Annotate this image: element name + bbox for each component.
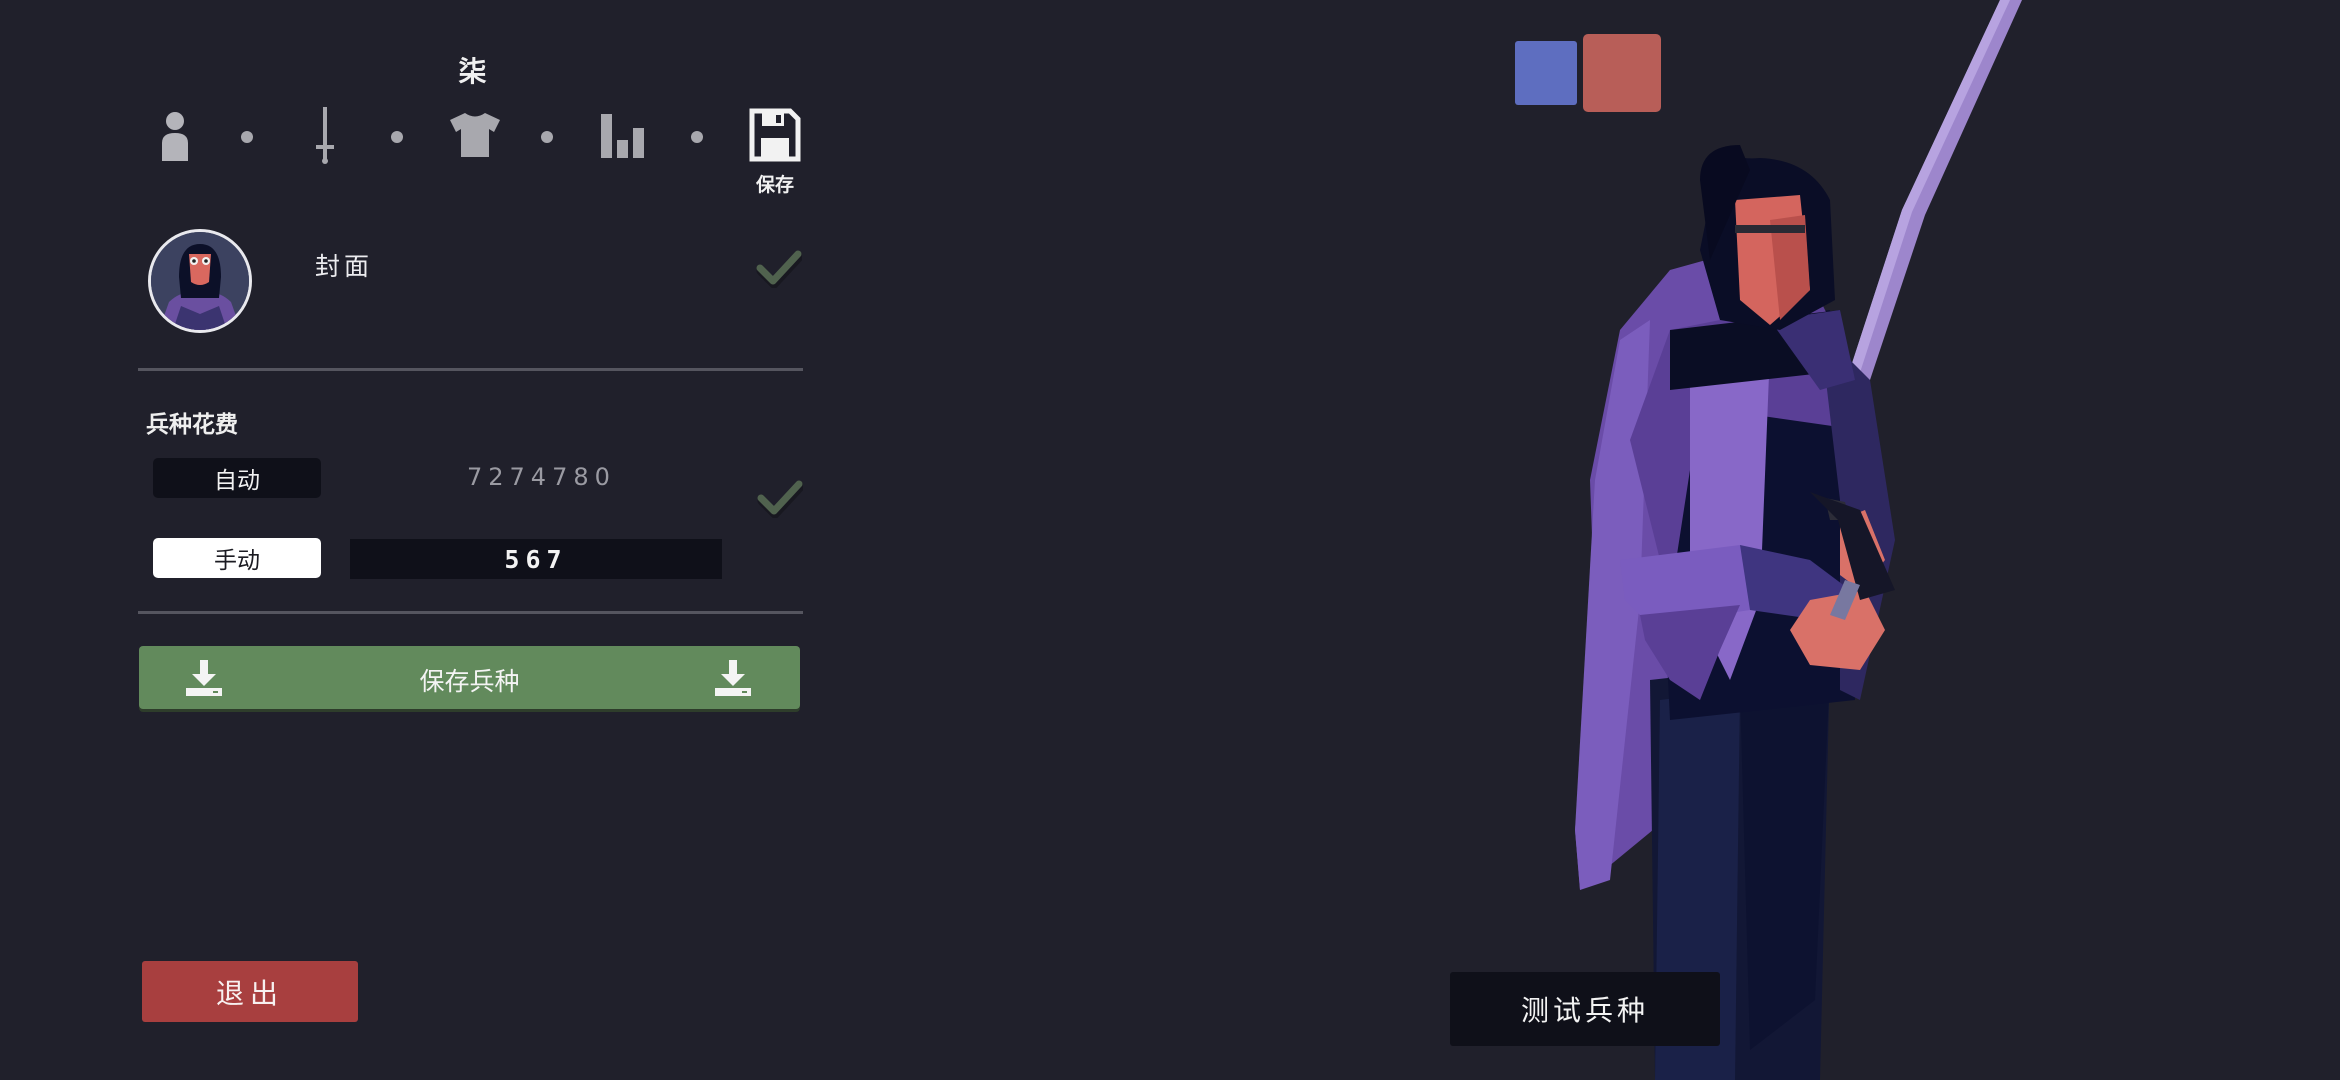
exit-button[interactable]: 退出 [142, 961, 358, 1022]
tab-stats[interactable] [595, 105, 655, 165]
unit-portrait-image [151, 232, 249, 330]
test-unit-button[interactable]: 测试兵种 [1450, 972, 1720, 1046]
tab-save-label: 保存 [755, 174, 794, 196]
download-icon [715, 660, 751, 696]
tab-separator-dot [541, 131, 553, 143]
person-icon [162, 112, 188, 161]
cover-check-icon[interactable] [756, 248, 802, 288]
sword-icon [316, 107, 334, 164]
tab-separator-dot [691, 131, 703, 143]
manual-cost-button[interactable]: 手动 [153, 538, 321, 578]
tab-weapon[interactable] [295, 105, 355, 165]
shirt-icon [450, 113, 500, 157]
auto-cost-button[interactable]: 自动 [153, 458, 321, 498]
floppy-disk-icon [749, 108, 801, 162]
cost-section-title: 兵种花费 [146, 412, 238, 438]
section-divider [138, 611, 803, 614]
tab-save[interactable]: 保存 [745, 105, 805, 196]
tab-clothing[interactable] [445, 105, 505, 165]
unit-character-preview [1575, 0, 2022, 1080]
tab-body[interactable] [145, 105, 205, 165]
cover-label: 封面 [315, 252, 374, 281]
cost-check-icon[interactable] [757, 478, 803, 518]
auto-cost-value: 7274780 [467, 463, 616, 491]
unit-avatar[interactable] [148, 229, 252, 333]
editor-tab-bar: 保存 [140, 105, 820, 196]
tab-separator-dot [241, 131, 253, 143]
unit-name: 柒 [458, 55, 487, 88]
save-unit-label: 保存兵种 [419, 667, 520, 696]
manual-cost-input[interactable] [350, 539, 722, 579]
tab-separator-dot [391, 131, 403, 143]
bar-chart-icon [601, 114, 644, 158]
save-unit-button[interactable]: 保存兵种 [139, 646, 800, 709]
section-divider [138, 368, 803, 371]
